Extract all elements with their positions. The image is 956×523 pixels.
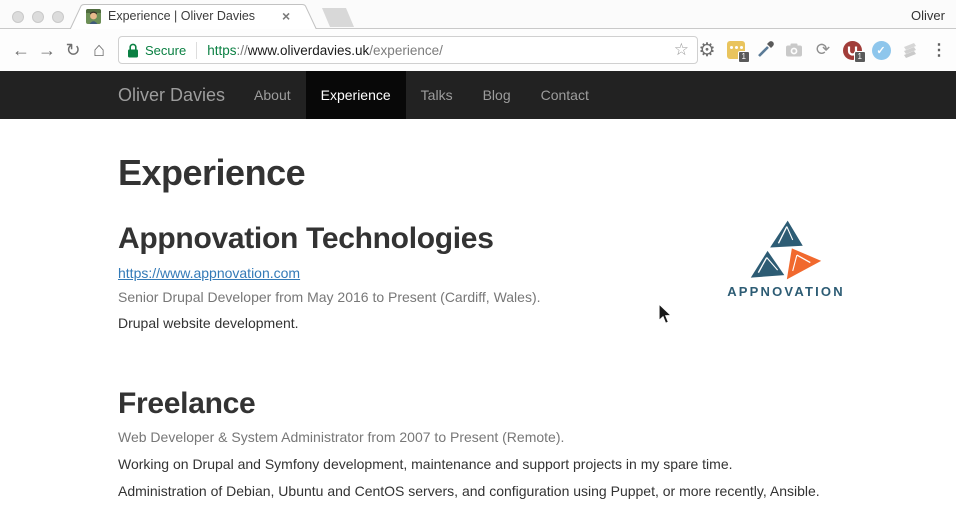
blue-check-extension-icon[interactable]: ✓ <box>870 39 892 61</box>
camera-extension-icon[interactable] <box>783 39 805 61</box>
nav-link-talks[interactable]: Talks <box>406 71 468 119</box>
nav-link-contact[interactable]: Contact <box>526 71 604 119</box>
bookmark-star-icon[interactable]: ☆ <box>674 40 689 60</box>
appnovation-logo-mark <box>744 219 828 281</box>
omnibox-separator <box>196 42 197 59</box>
appnovation-link[interactable]: https://www.appnovation.com <box>118 265 300 281</box>
appnovation-wordmark: APPNOVATION <box>727 284 845 299</box>
home-icon[interactable]: ⌂ <box>86 39 112 62</box>
history-sync-extension-icon[interactable]: ⟳ <box>812 39 834 61</box>
extension-icons: ⚙ 1 ⟳ <box>696 29 950 71</box>
freelance-paragraph-1: Working on Drupal and Symfony developmen… <box>118 456 856 472</box>
freelance-paragraph-2: Administration of Debian, Ubuntu and Cen… <box>118 483 856 499</box>
gear-extension-icon[interactable]: ⚙ <box>696 39 718 61</box>
site-favicon-icon <box>86 9 101 24</box>
browser-toolbar: ← → ↻ ⌂ Secure https://www.oliverdavies.… <box>0 29 956 71</box>
nav-link-experience[interactable]: Experience <box>306 71 406 119</box>
mouse-cursor <box>658 303 673 325</box>
site-navbar: Oliver Davies About Experience Talks Blo… <box>0 71 956 119</box>
browser-window: Experience | Oliver Davies × Oliver ← → … <box>0 0 956 523</box>
forward-icon[interactable]: → <box>34 40 60 61</box>
url-path: /experience/ <box>369 43 443 58</box>
note-extension-badge: 1 <box>738 51 750 63</box>
secure-lock-icon <box>127 43 139 58</box>
url-text: https://www.oliverdavies.uk/experience/ <box>207 43 668 58</box>
page-title: Experience <box>118 152 856 194</box>
browser-tab[interactable]: Experience | Oliver Davies × <box>86 6 316 26</box>
tab-title: Experience | Oliver Davies <box>108 9 280 23</box>
note-extension-icon[interactable]: 1 <box>725 39 747 61</box>
layers-extension-icon[interactable] <box>899 39 921 61</box>
red-extension-badge: 1 <box>854 51 866 63</box>
chrome-menu-icon[interactable]: ⋮ <box>928 39 950 61</box>
chrome-profile-name[interactable]: Oliver <box>911 8 945 23</box>
tab-strip: Experience | Oliver Davies × Oliver <box>0 0 956 29</box>
red-circle-extension-icon[interactable]: 1 <box>841 39 863 61</box>
url-scheme: https <box>207 43 236 58</box>
appnovation-description: Drupal website development. <box>118 315 856 331</box>
nav-item-experience: Experience <box>306 71 406 119</box>
url-scheme-separator: :// <box>236 43 247 58</box>
nav-item-about: About <box>239 71 306 119</box>
nav-item-blog: Blog <box>468 71 526 119</box>
nav-link-about[interactable]: About <box>239 71 306 119</box>
nav-item-contact: Contact <box>526 71 604 119</box>
nav-link-blog[interactable]: Blog <box>468 71 526 119</box>
site-nav-menu: About Experience Talks Blog Contact <box>239 71 604 119</box>
reload-icon[interactable]: ↻ <box>60 40 86 61</box>
url-host: www.oliverdavies.uk <box>248 43 370 58</box>
eyedropper-extension-icon[interactable] <box>754 39 776 61</box>
appnovation-logo: APPNOVATION <box>727 219 845 299</box>
back-icon[interactable]: ← <box>8 40 34 61</box>
freelance-heading: Freelance <box>118 387 856 421</box>
page-content: Experience Appnovation Technologies http… <box>0 152 956 499</box>
new-tab-button[interactable] <box>322 8 354 27</box>
address-bar[interactable]: Secure https://www.oliverdavies.uk/exper… <box>118 36 698 64</box>
navbar-brand[interactable]: Oliver Davies <box>118 71 225 119</box>
nav-item-talks: Talks <box>406 71 468 119</box>
freelance-role-text: Web Developer & System Administrator fro… <box>118 429 856 445</box>
secure-chip[interactable]: Secure <box>145 43 186 58</box>
tab-close-icon[interactable]: × <box>282 9 290 23</box>
section-freelance: Freelance Web Developer & System Adminis… <box>118 387 856 499</box>
